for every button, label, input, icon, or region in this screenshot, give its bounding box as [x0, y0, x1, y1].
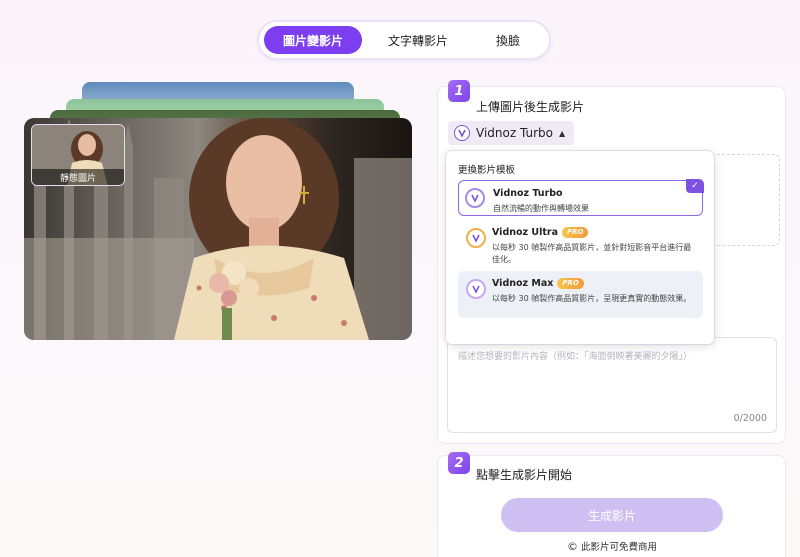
static-image-thumbnail[interactable]: 靜態圖片 [31, 124, 125, 186]
vidnoz-logo-icon [454, 125, 470, 141]
model-option-desc: 以每秒 30 幀製作高品質影片，並針對短影音平台進行最佳化。 [492, 243, 692, 264]
model-option-ultra[interactable]: Vidnoz Ultra PRO 以每秒 30 幀製作高品質影片，並針對短影音平台… [458, 220, 703, 268]
vidnoz-logo-icon [465, 188, 485, 208]
model-option-name: Vidnoz Max [492, 278, 554, 289]
pro-badge: PRO [557, 278, 584, 289]
prompt-textarea[interactable]: 描述您想要的影片內容（例如：「海面倒映著美麗的夕陽」） 0/2000 [447, 337, 777, 433]
model-select-label: Vidnoz Turbo [476, 126, 553, 140]
prompt-placeholder: 描述您想要的影片內容（例如：「海面倒映著美麗的夕陽」） [458, 352, 693, 362]
model-select-dropdown[interactable]: Vidnoz Turbo ▲ [448, 121, 574, 145]
model-option-desc: 自然流暢的動作與轉場效果 [493, 204, 589, 213]
commercial-use-note: © 此影片可免費商用 [567, 539, 658, 554]
step2-title: 點擊生成影片開始 [476, 468, 573, 482]
tab-text-to-video[interactable]: 文字轉影片 [362, 26, 474, 54]
caret-up-icon: ▲ [558, 128, 566, 138]
mode-tabs: 圖片變影片 文字轉影片 換臉 [259, 22, 549, 58]
model-option-max[interactable]: Vidnoz Max PRO 以每秒 30 幀製作高品質影片，呈現更真實的動態效果… [458, 271, 703, 318]
prompt-char-counter: 0/2000 [733, 413, 767, 424]
dropdown-title: 更換影片模板 [458, 165, 516, 176]
model-dropdown-menu: 更換影片模板 Vidnoz Turbo 自然流暢的動作與轉場效果 ✓ Vidno… [446, 151, 714, 344]
model-option-turbo[interactable]: Vidnoz Turbo 自然流暢的動作與轉場效果 ✓ [458, 179, 704, 216]
tab-face-swap[interactable]: 換臉 [474, 26, 542, 54]
model-option-desc: 以每秒 30 幀製作高品質影片，呈現更真實的動態效果。 [492, 294, 692, 303]
generate-video-button[interactable]: 生成影片 [501, 498, 723, 532]
upload-drop-zone[interactable] [712, 154, 780, 246]
tab-image-to-video[interactable]: 圖片變影片 [264, 26, 362, 54]
model-option-name: Vidnoz Turbo [493, 188, 563, 199]
model-option-name: Vidnoz Ultra [492, 227, 558, 238]
vidnoz-logo-icon [466, 279, 486, 299]
static-image-label: 靜態圖片 [32, 169, 124, 185]
pro-badge: PRO [561, 227, 589, 238]
vidnoz-logo-icon [466, 228, 486, 248]
check-icon: ✓ [686, 179, 704, 193]
step1-title: 上傳圖片後生成影片 [476, 100, 585, 114]
copyright-icon: © [567, 539, 578, 553]
step2-badge: 2 [448, 452, 470, 474]
commercial-use-text: 此影片可免費商用 [581, 542, 658, 553]
step1-badge: 1 [448, 80, 470, 102]
